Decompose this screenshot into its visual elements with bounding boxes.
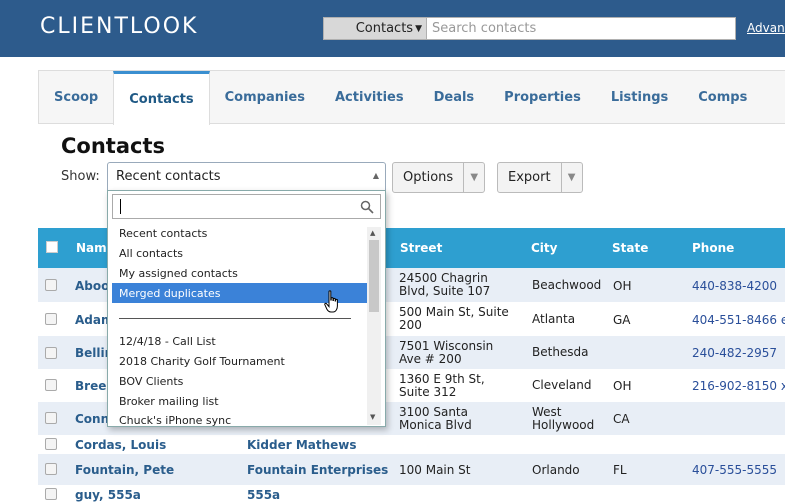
main-tabs: Scoop Contacts Companies Activities Deal… bbox=[38, 70, 785, 125]
app-logo[interactable]: CLIENTLOOK bbox=[40, 14, 198, 39]
row-checkbox[interactable] bbox=[45, 347, 57, 359]
contact-name[interactable]: Cordas, Louis bbox=[75, 438, 166, 452]
phone-link[interactable]: 240-482-2957 bbox=[692, 346, 777, 360]
city-cell: Bethesda bbox=[532, 345, 589, 359]
tab-deals[interactable]: Deals bbox=[419, 71, 490, 123]
select-all-checkbox[interactable] bbox=[46, 241, 58, 253]
company-link[interactable]: 555a bbox=[247, 488, 280, 502]
contact-name[interactable]: Conn bbox=[75, 412, 109, 426]
city-cell: Cleveland bbox=[532, 378, 592, 392]
dropdown-item[interactable]: Broker mailing list bbox=[108, 391, 366, 411]
street-cell: 7501 Wisconsin Ave # 200 bbox=[399, 339, 494, 366]
row-checkbox[interactable] bbox=[45, 313, 57, 325]
phone-link[interactable]: 407-555-5555 bbox=[692, 463, 777, 477]
dropdown-item[interactable]: Chuck's iPhone sync bbox=[108, 411, 366, 426]
phone-link[interactable]: 440-838-4200 bbox=[692, 279, 777, 293]
tab-companies[interactable]: Companies bbox=[210, 71, 320, 123]
chevron-down-icon[interactable]: ▼ bbox=[560, 163, 582, 192]
contact-name[interactable]: Aboo bbox=[75, 279, 109, 293]
row-checkbox[interactable] bbox=[45, 488, 57, 500]
state-cell: FL bbox=[613, 463, 627, 477]
export-button[interactable]: Export ▼ bbox=[497, 162, 583, 193]
tab-activities[interactable]: Activities bbox=[320, 71, 419, 123]
show-select[interactable]: Recent contacts ▲ bbox=[107, 162, 386, 191]
state-cell: OH bbox=[613, 279, 632, 293]
caret-down-icon: ▼ bbox=[415, 23, 422, 34]
street-cell: 24500 Chagrin Blvd, Suite 107 bbox=[399, 271, 491, 298]
contact-name[interactable]: Fountain, Pete bbox=[75, 463, 174, 477]
street-cell: 1360 E 9th St, Suite 312 bbox=[399, 372, 485, 399]
street-cell: 100 Main St bbox=[399, 463, 471, 477]
dropdown-item[interactable]: 12/4/18 - Call List bbox=[108, 331, 366, 351]
contact-name[interactable]: guy, 555a bbox=[75, 488, 141, 502]
search-scope-select[interactable]: Contacts ▼ bbox=[323, 17, 427, 40]
city-cell: West Hollywood bbox=[532, 405, 595, 432]
dropdown-divider bbox=[119, 318, 351, 319]
city-cell: Atlanta bbox=[532, 312, 576, 326]
table-row[interactable]: Fountain, Pete Fountain Enterprises 100 … bbox=[38, 454, 785, 485]
scroll-up-icon[interactable]: ▲ bbox=[370, 229, 375, 237]
table-row[interactable]: Cordas, Louis Kidder Mathews bbox=[38, 435, 785, 454]
scrollbar-thumb[interactable] bbox=[369, 240, 379, 312]
global-search: Contacts ▼ Search contacts bbox=[323, 17, 736, 40]
col-state[interactable]: State bbox=[612, 241, 648, 255]
options-button[interactable]: Options ▼ bbox=[392, 162, 486, 193]
state-cell: OH bbox=[613, 379, 632, 393]
dropdown-item[interactable]: 2018 Charity Golf Tournament bbox=[108, 351, 366, 371]
company-link[interactable]: Kidder Mathews bbox=[247, 438, 357, 452]
company-link[interactable]: Fountain Enterprises bbox=[247, 463, 388, 477]
scroll-down-icon[interactable]: ▼ bbox=[370, 413, 375, 421]
dropdown-item[interactable]: BOV Clients bbox=[108, 371, 366, 391]
row-checkbox[interactable] bbox=[45, 438, 57, 450]
tab-scoop[interactable]: Scoop bbox=[39, 71, 113, 123]
row-checkbox[interactable] bbox=[45, 463, 57, 475]
state-cell: GA bbox=[613, 313, 631, 327]
dropdown-item[interactable]: Recent contacts bbox=[108, 223, 366, 243]
col-city[interactable]: City bbox=[531, 241, 557, 255]
chevron-down-icon[interactable]: ▼ bbox=[463, 163, 484, 192]
row-checkbox[interactable] bbox=[45, 279, 57, 291]
caret-up-icon: ▲ bbox=[372, 171, 379, 180]
show-select-value: Recent contacts bbox=[116, 169, 221, 184]
tab-properties[interactable]: Properties bbox=[489, 71, 596, 123]
city-cell: Beachwood bbox=[532, 278, 602, 292]
phone-link[interactable]: 216-902-8150 x2 bbox=[692, 379, 785, 393]
street-cell: 3100 Santa Monica Blvd bbox=[399, 405, 472, 432]
street-cell: 500 Main St, Suite 200 bbox=[399, 305, 509, 332]
hand-pointer-icon bbox=[324, 290, 338, 313]
table-row[interactable]: guy, 555a 555a bbox=[38, 485, 785, 503]
dropdown-scrollbar[interactable]: ▲ ▼ bbox=[367, 227, 381, 425]
search-scope-label: Contacts bbox=[355, 21, 414, 36]
text-cursor bbox=[120, 199, 121, 214]
export-label: Export bbox=[508, 170, 551, 185]
city-cell: Orlando bbox=[532, 463, 580, 477]
row-checkbox[interactable] bbox=[45, 412, 57, 424]
advanced-search-link[interactable]: Advanced bbox=[747, 21, 785, 35]
dropdown-item[interactable]: All contacts bbox=[108, 243, 366, 263]
show-label: Show: bbox=[61, 169, 100, 184]
col-street[interactable]: Street bbox=[400, 241, 442, 255]
top-bar: CLIENTLOOK Contacts ▼ Search contacts Ad… bbox=[0, 0, 785, 57]
state-cell: CA bbox=[613, 412, 630, 426]
show-dropdown-menu: Recent contacts All contacts My assigned… bbox=[107, 190, 386, 427]
dropdown-item[interactable]: My assigned contacts bbox=[108, 263, 366, 283]
dropdown-search-input[interactable] bbox=[112, 194, 381, 219]
search-icon bbox=[360, 200, 374, 214]
col-phone[interactable]: Phone bbox=[692, 241, 734, 255]
phone-link[interactable]: 404-551-8466 e bbox=[692, 313, 785, 327]
options-label: Options bbox=[403, 170, 454, 185]
tab-listings[interactable]: Listings bbox=[596, 71, 683, 123]
row-checkbox[interactable] bbox=[45, 379, 57, 391]
tab-comps[interactable]: Comps bbox=[683, 71, 762, 123]
search-input[interactable]: Search contacts bbox=[427, 17, 736, 40]
page-title: Contacts bbox=[61, 134, 165, 158]
tab-contacts[interactable]: Contacts bbox=[113, 71, 210, 125]
